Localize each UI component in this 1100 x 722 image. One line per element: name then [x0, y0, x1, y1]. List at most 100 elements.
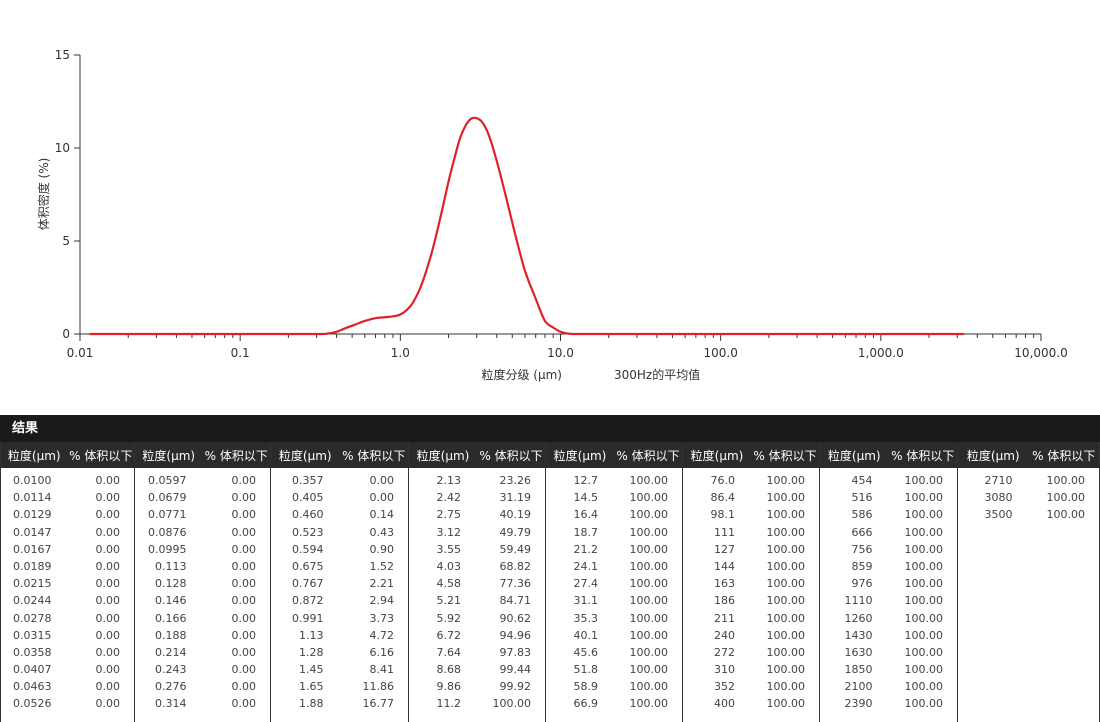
size-cell: 586 — [851, 508, 873, 522]
results-column-header: 粒度(μm) % 体积以下 — [409, 442, 545, 468]
table-row: 40.1 100.00 — [546, 627, 682, 644]
percent-cell: 100.00 — [766, 611, 806, 625]
size-cell: 2100 — [844, 680, 873, 694]
table-row: 0.0100 0.00 — [1, 472, 134, 489]
percent-cell: 100.00 — [766, 594, 806, 608]
size-cell: 0.276 — [155, 680, 187, 694]
table-row: 0.166 0.00 — [135, 610, 270, 627]
size-cell: 18.7 — [573, 525, 599, 539]
percent-cell: 100.00 — [629, 474, 669, 487]
size-cell: 0.0189 — [13, 559, 52, 573]
percent-cell: 100.00 — [629, 611, 669, 625]
psd-chart: 0 5 10 15 0.01 0.1 1.0 10.0 100.0 1,000.0 10,000.0… — [0, 0, 1100, 400]
size-cell: 0.0995 — [148, 542, 187, 556]
percent-cell: 0.00 — [95, 474, 121, 487]
percent-cell: 100.00 — [1046, 508, 1086, 522]
table-row: 76.0 100.00 — [683, 472, 819, 489]
table-row: 0.357 0.00 — [271, 472, 408, 489]
table-row: 45.6 100.00 — [546, 644, 682, 661]
percent-header: % 体积以下 — [753, 448, 817, 463]
percent-cell: 100.00 — [766, 628, 806, 642]
table-row: 3500 100.00 — [958, 506, 1099, 523]
percent-cell: 40.19 — [499, 508, 532, 522]
size-cell: 16.4 — [573, 508, 599, 522]
table-row: 0.991 3.73 — [271, 610, 408, 627]
percent-cell: 100.00 — [904, 628, 944, 642]
results-column-header: 粒度(μm) % 体积以下 — [546, 442, 682, 468]
percent-cell: 100.00 — [904, 542, 944, 556]
table-row: 18.7 100.00 — [546, 524, 682, 541]
percent-cell: 0.00 — [95, 559, 121, 573]
table-row: 400 100.00 — [683, 695, 819, 712]
percent-cell: 100.00 — [904, 508, 944, 522]
percent-cell: 0.00 — [95, 663, 121, 677]
size-cell: 163 — [714, 577, 735, 591]
table-row: 0.0147 0.00 — [1, 524, 134, 541]
percent-cell: 100.00 — [766, 697, 806, 711]
table-row: 9.86 99.92 — [409, 678, 545, 695]
percent-cell: 100.00 — [629, 525, 669, 539]
y-tick-label: 5 — [62, 234, 70, 248]
percent-cell: 97.83 — [499, 645, 532, 659]
table-row: 0.523 0.43 — [271, 524, 408, 541]
table-row: 0.276 0.00 — [135, 678, 270, 695]
size-cell: 0.0597 — [148, 474, 187, 487]
table-row: 0.0167 0.00 — [1, 541, 134, 558]
percent-cell: 100.00 — [629, 577, 669, 591]
results-column-header: 粒度(μm) % 体积以下 — [1, 442, 134, 468]
results-column-group: 粒度(μm)% 体积以下 0.357 0.00 0.405 0.00 0.460 0.14 0… — [271, 442, 409, 722]
percent-cell: 100.00 — [1046, 474, 1086, 487]
size-cell: 272 — [714, 645, 735, 659]
percent-cell: 100.00 — [766, 491, 806, 505]
table-row: 0.0114 0.00 — [1, 489, 134, 506]
table-row: 0.214 0.00 — [135, 644, 270, 661]
table-row: 0.0189 0.00 — [1, 558, 134, 575]
percent-cell: 100.00 — [629, 697, 669, 711]
percent-cell: 0.00 — [95, 577, 121, 591]
size-header: 粒度(μm) — [690, 448, 744, 463]
table-row: 2100 100.00 — [820, 678, 957, 695]
percent-cell: 100.00 — [904, 491, 944, 505]
size-cell: 0.675 — [292, 559, 324, 573]
table-row: 0.872 2.94 — [271, 592, 408, 609]
percent-cell: 0.00 — [231, 508, 257, 522]
size-cell: 976 — [851, 577, 873, 591]
x-tick-label: 0.1 — [231, 346, 250, 360]
percent-cell: 94.96 — [499, 628, 532, 642]
table-row: 310 100.00 — [683, 661, 819, 678]
size-cell: 3500 — [984, 508, 1013, 522]
table-row: 5.92 90.62 — [409, 610, 545, 627]
size-cell: 0.188 — [155, 628, 187, 642]
size-cell: 211 — [714, 611, 735, 625]
table-row: 86.4 100.00 — [683, 489, 819, 506]
table-row: 2.13 23.26 — [409, 472, 545, 489]
size-cell: 2.13 — [436, 474, 462, 487]
size-cell: 14.5 — [573, 491, 599, 505]
size-cell: 400 — [714, 697, 735, 711]
results-column-header: 粒度(μm) % 体积以下 — [683, 442, 819, 468]
size-header: 粒度(μm) — [966, 448, 1020, 463]
table-row: 0.0129 0.00 — [1, 506, 134, 523]
percent-cell: 100.00 — [904, 594, 944, 608]
table-row: 144 100.00 — [683, 558, 819, 575]
table-row: 0.243 0.00 — [135, 661, 270, 678]
table-row: 3080 100.00 — [958, 489, 1099, 506]
percent-cell: 100.00 — [766, 474, 806, 487]
size-cell: 1.45 — [299, 663, 324, 677]
size-cell: 0.460 — [292, 508, 324, 522]
percent-cell: 0.00 — [95, 645, 121, 659]
table-row: 111 100.00 — [683, 524, 819, 541]
percent-cell: 0.00 — [231, 680, 257, 694]
percent-cell: 0.90 — [369, 542, 395, 556]
size-header: 粒度(μm) — [7, 448, 61, 463]
x-tick-label: 1,000.0 — [858, 346, 904, 360]
size-cell: 2.42 — [436, 491, 462, 505]
percent-cell: 100.00 — [904, 525, 944, 539]
table-row: 12.7 100.00 — [546, 472, 682, 489]
table-row: 11.2 100.00 — [409, 695, 545, 712]
table-row: 6.72 94.96 — [409, 627, 545, 644]
table-row: 0.0244 0.00 — [1, 592, 134, 609]
table-row: 66.9 100.00 — [546, 695, 682, 712]
percent-cell: 0.00 — [231, 663, 257, 677]
percent-cell: 100.00 — [904, 697, 944, 711]
